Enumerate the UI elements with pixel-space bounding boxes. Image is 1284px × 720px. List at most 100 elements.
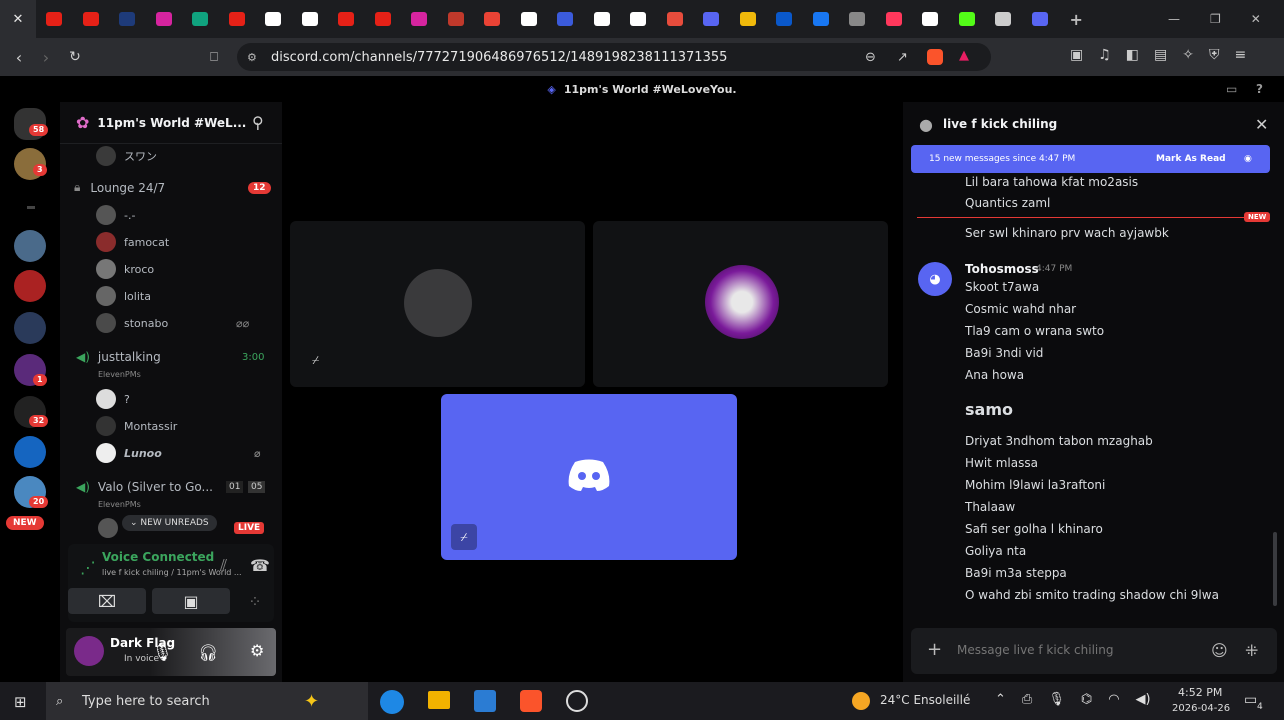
tab-23[interactable] bbox=[876, 0, 913, 38]
url-field[interactable]: ⚙ discord.com/channels/77727190648697651… bbox=[237, 43, 991, 71]
lounge-member-2[interactable]: kroco bbox=[96, 259, 154, 279]
camera-off-button[interactable]: ⌧ bbox=[68, 588, 146, 614]
new-servers-pill[interactable]: NEW bbox=[6, 516, 44, 530]
lounge-member-0[interactable]: -.- bbox=[96, 205, 135, 225]
tab-15[interactable] bbox=[584, 0, 621, 38]
tab-4[interactable] bbox=[182, 0, 219, 38]
clock-date[interactable]: 2026-04-26 bbox=[1172, 703, 1230, 714]
server-icon-3[interactable] bbox=[14, 270, 46, 302]
notification-icon[interactable]: ▭ bbox=[1244, 692, 1257, 708]
emoji-icon[interactable]: ☺ bbox=[1211, 641, 1228, 660]
minimize-icon[interactable]: — bbox=[1168, 12, 1180, 26]
edge-icon[interactable] bbox=[380, 690, 404, 714]
mail-icon[interactable] bbox=[474, 690, 496, 712]
channel-valo[interactable]: ◀) Valo (Silver to Go... 01 05 bbox=[60, 480, 282, 494]
tab-2[interactable] bbox=[109, 0, 146, 38]
close-window-icon[interactable]: ✕ bbox=[1251, 12, 1261, 26]
tab-7[interactable] bbox=[292, 0, 329, 38]
justtalking-member-2[interactable]: Lunoo ⌀ bbox=[96, 443, 261, 463]
tab-12[interactable] bbox=[474, 0, 511, 38]
tab-13[interactable] bbox=[511, 0, 548, 38]
tab-21[interactable] bbox=[803, 0, 840, 38]
lounge-member-1[interactable]: famocat bbox=[96, 232, 169, 252]
justtalking-member-1[interactable]: Montassir bbox=[96, 416, 177, 436]
tab-25[interactable] bbox=[949, 0, 986, 38]
headphones-icon[interactable]: 🎧︎ bbox=[198, 643, 218, 662]
clock-time[interactable]: 4:52 PM bbox=[1178, 686, 1222, 699]
share-icon[interactable]: ↗ bbox=[897, 50, 908, 65]
microphone-tray-icon[interactable]: 🎙︎ bbox=[1048, 692, 1065, 707]
noise-suppression-icon[interactable]: ⫽ bbox=[220, 556, 227, 576]
bookmark-icon[interactable]: ⎕ bbox=[200, 43, 228, 71]
meet-now-icon[interactable]: ⎙ bbox=[1022, 692, 1032, 707]
tab-8[interactable] bbox=[328, 0, 365, 38]
app-taskbar-icon[interactable] bbox=[566, 690, 588, 712]
tab-27[interactable] bbox=[1022, 0, 1059, 38]
lounge-member-3[interactable]: lolita bbox=[96, 286, 151, 306]
server-icon-4[interactable] bbox=[14, 312, 46, 344]
tab-18[interactable] bbox=[693, 0, 730, 38]
tab-26[interactable] bbox=[985, 0, 1022, 38]
activities-button[interactable]: ⁘ bbox=[236, 588, 274, 614]
new-tab-plus-icon[interactable]: + bbox=[1058, 0, 1095, 38]
channel-justtalking[interactable]: ◀) justtalking 3:00 bbox=[60, 350, 282, 364]
tab-9[interactable] bbox=[365, 0, 402, 38]
message-author[interactable]: Tohosmoss bbox=[965, 262, 1039, 276]
user-avatar[interactable] bbox=[74, 636, 104, 666]
message-input[interactable] bbox=[957, 638, 1197, 662]
apps-icon[interactable]: ⁜ bbox=[1245, 641, 1258, 660]
back-icon[interactable]: ‹ bbox=[5, 43, 33, 71]
restore-icon[interactable]: ❐ bbox=[1210, 12, 1221, 26]
menu-icon[interactable]: ≡ bbox=[1235, 47, 1247, 63]
weather-text[interactable]: 24°C Ensoleillé bbox=[880, 693, 970, 707]
reload-icon[interactable]: ↻ bbox=[61, 43, 89, 71]
leo-icon[interactable]: ✧ bbox=[1182, 47, 1194, 63]
author-avatar[interactable]: ◕ bbox=[918, 262, 952, 296]
tab-24[interactable] bbox=[912, 0, 949, 38]
file-explorer-icon[interactable] bbox=[428, 691, 450, 709]
windows-start-icon[interactable]: ⊞ bbox=[14, 693, 27, 711]
sidebar-icon[interactable]: ◧ bbox=[1126, 47, 1139, 63]
volume-icon[interactable]: ◀) bbox=[1136, 692, 1151, 707]
tab-17[interactable] bbox=[657, 0, 694, 38]
invite-icon[interactable]: ⚲ bbox=[252, 113, 264, 132]
participant-tile-self[interactable]: ⌿ bbox=[441, 394, 737, 560]
brave-rewards-icon[interactable]: ▲ bbox=[959, 48, 969, 63]
network-icon[interactable]: ⌬ bbox=[1081, 692, 1092, 707]
tab-14[interactable] bbox=[547, 0, 584, 38]
zoom-icon[interactable]: ⊖ bbox=[865, 50, 876, 65]
screen-share-button[interactable]: ▣ bbox=[152, 588, 230, 614]
server-header[interactable]: ✿ 11pm's World #WeL... ⌄ ⚲ bbox=[60, 102, 282, 144]
forward-icon[interactable]: › bbox=[32, 43, 60, 71]
settings-gear-icon[interactable]: ⚙ bbox=[250, 641, 264, 660]
tab-6[interactable] bbox=[255, 0, 292, 38]
mic-icon[interactable]: 🎙︎ bbox=[152, 643, 172, 662]
tab-5[interactable] bbox=[219, 0, 256, 38]
member-top[interactable]: スワン bbox=[96, 146, 157, 166]
tab-19[interactable] bbox=[730, 0, 767, 38]
help-icon[interactable]: ? bbox=[1256, 82, 1263, 96]
server-icon-7[interactable] bbox=[14, 436, 46, 468]
brave-shield-icon[interactable] bbox=[927, 49, 943, 65]
tab-1[interactable] bbox=[73, 0, 110, 38]
inbox-icon[interactable]: ▭ bbox=[1226, 82, 1237, 96]
chevron-up-icon[interactable]: ⌃ bbox=[995, 692, 1006, 707]
new-messages-banner[interactable]: 15 new messages since 4:47 PM Mark As Re… bbox=[911, 145, 1270, 173]
reader-icon[interactable]: ▣ bbox=[1070, 47, 1083, 63]
lounge-member-4[interactable]: stonabo ⌀⌀ bbox=[96, 313, 249, 333]
disconnect-icon[interactable]: ☎ bbox=[250, 556, 270, 575]
mark-as-read-button[interactable]: Mark As Read bbox=[1156, 154, 1226, 164]
add-attachment-icon[interactable]: + bbox=[927, 639, 942, 660]
wallet-icon[interactable]: ▤ bbox=[1154, 47, 1167, 63]
participant-tile-1[interactable]: ⌿ bbox=[290, 221, 585, 387]
tab-3[interactable] bbox=[146, 0, 183, 38]
tab-16[interactable] bbox=[620, 0, 657, 38]
participant-tile-2[interactable] bbox=[593, 221, 888, 387]
tab-close-button[interactable]: ✕ bbox=[0, 0, 36, 38]
taskbar-search[interactable]: ⌕ Type here to search ✦ bbox=[46, 682, 368, 720]
site-settings-icon[interactable]: ⚙ bbox=[247, 51, 257, 64]
music-icon[interactable]: ♫ bbox=[1098, 47, 1111, 63]
channel-lounge[interactable]: 🔒︎ Lounge 24/7 12 bbox=[60, 180, 282, 195]
close-chat-icon[interactable]: ✕ bbox=[1255, 115, 1268, 134]
tab-0[interactable] bbox=[36, 0, 73, 38]
